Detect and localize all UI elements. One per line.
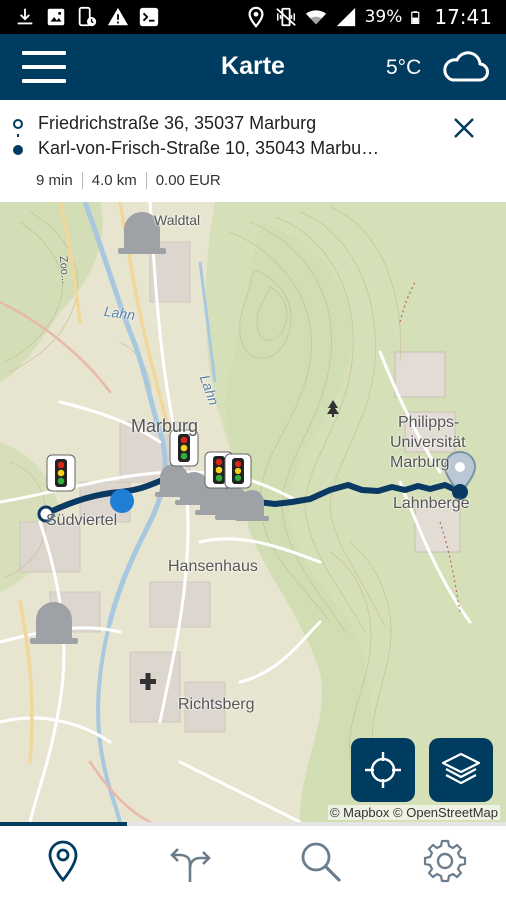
- place-label-zoo: Zoo...: [56, 255, 72, 285]
- current-location-icon: [110, 489, 134, 513]
- osm-attribution[interactable]: © OpenStreetMap: [393, 805, 498, 820]
- destination-marker-icon: [13, 145, 23, 155]
- location-pin-icon: [48, 840, 78, 883]
- route-stats: 9 min 4.0 km 0.00 EUR: [36, 172, 221, 189]
- route-connector: [17, 134, 19, 137]
- download-icon: [17, 8, 33, 25]
- traffic-light-icon: [224, 453, 252, 489]
- route-distance: 4.0 km: [91, 172, 137, 189]
- traffic-light-icon: [46, 454, 76, 492]
- place-label-university-1: Philipps-: [398, 414, 460, 431]
- map-attribution[interactable]: © Mapbox © OpenStreetMap: [327, 805, 500, 820]
- cloud-icon[interactable]: [440, 46, 490, 86]
- notification-icons: [14, 5, 160, 29]
- directions-icon: [170, 848, 211, 882]
- place-label-marburg: Marburg: [131, 416, 199, 436]
- mapbox-attribution[interactable]: © Mapbox: [330, 805, 389, 820]
- gear-icon: [423, 839, 467, 883]
- battery-icon: [411, 11, 420, 24]
- place-label-university-3: Marburg: [390, 454, 450, 471]
- locate-me-button[interactable]: [351, 738, 415, 802]
- signal-icon: [336, 7, 355, 27]
- place-label-richtsberg: Richtsberg: [178, 696, 255, 713]
- wifi-icon: [305, 10, 326, 25]
- place-label-university-2: Universität: [390, 434, 466, 451]
- layers-icon: [441, 752, 481, 785]
- clock: 17:41: [434, 5, 492, 29]
- divider: [81, 172, 83, 189]
- map-view[interactable]: Waldtal Lahn Lahn Zoo... Marburg Südvier…: [0, 202, 506, 822]
- crosshair-icon: [365, 752, 401, 788]
- origin-address[interactable]: Friedrichstraße 36, 35037 Marburg: [38, 113, 316, 134]
- destination-address[interactable]: Karl-von-Frisch-Straße 10, 35043 Marbu…: [38, 138, 379, 159]
- place-label-hansenhaus: Hansenhaus: [168, 558, 258, 575]
- search-icon: [301, 842, 341, 882]
- divider: [145, 172, 147, 189]
- temperature: 5°C: [386, 56, 422, 79]
- place-label-lahnberge: Lahnberge: [393, 495, 470, 512]
- page-title: Karte: [221, 52, 285, 80]
- status-bar: 39% 17:41: [0, 0, 506, 34]
- app-badge-icon: [139, 7, 159, 27]
- battery-percent: 39%: [364, 7, 403, 27]
- tab-map[interactable]: [32, 834, 92, 890]
- route-summary-panel: Friedrichstraße 36, 35037 Marburg Karl-v…: [0, 100, 506, 202]
- close-icon[interactable]: [450, 114, 478, 142]
- vibrate-icon: [275, 7, 296, 27]
- image-icon: [47, 8, 65, 26]
- place-label-suedviertel: Südviertel: [46, 512, 118, 529]
- app-bar: Karte 5°C: [0, 34, 506, 100]
- warning-icon: [107, 7, 129, 26]
- route-duration: 9 min: [36, 172, 73, 189]
- tab-directions[interactable]: [160, 834, 220, 890]
- phone-update-icon: [78, 6, 97, 27]
- route-cost: 0.00 EUR: [155, 172, 221, 189]
- tab-search[interactable]: [289, 834, 349, 890]
- bottom-tab-bar: [0, 826, 506, 900]
- tab-settings[interactable]: [414, 834, 474, 890]
- map-layers-button[interactable]: [429, 738, 493, 802]
- place-label-waldtal: Waldtal: [154, 212, 201, 228]
- location-icon: [248, 6, 264, 28]
- system-icons: 39% 17:41: [245, 5, 492, 29]
- origin-marker-icon: [13, 119, 23, 129]
